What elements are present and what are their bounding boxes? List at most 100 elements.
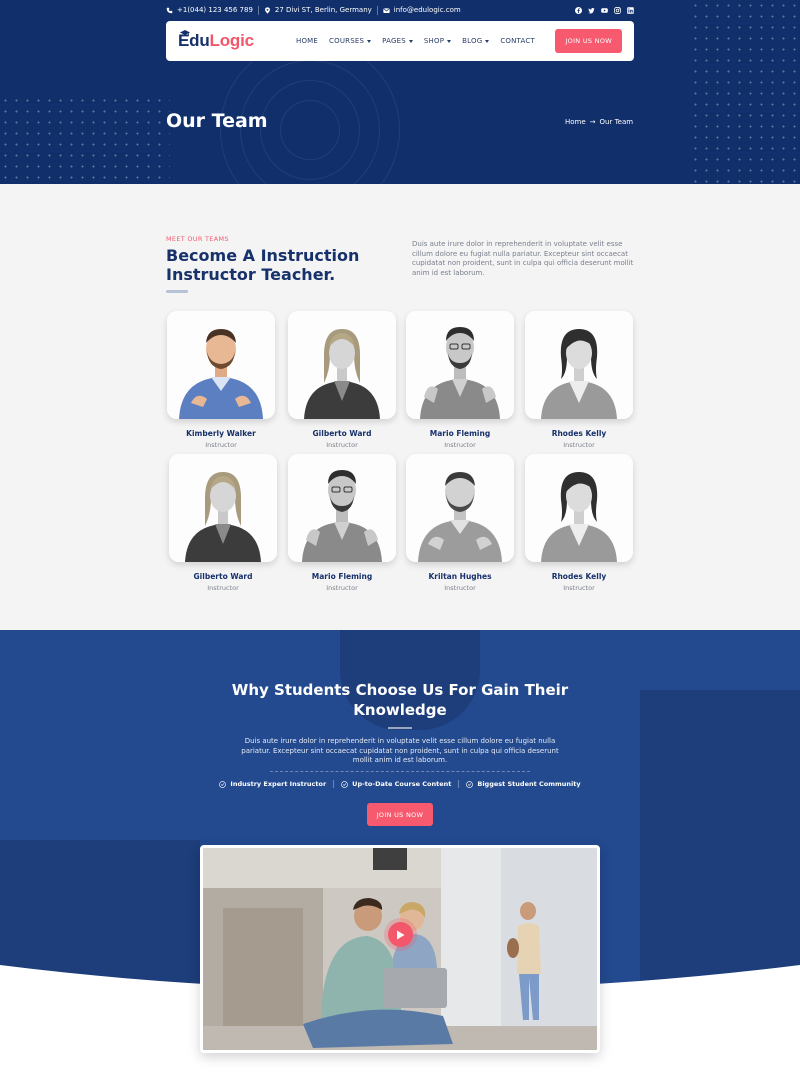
- instructor-photo: [169, 454, 277, 562]
- instructor-photo: [525, 311, 633, 419]
- why-title-line1: Why Students Choose Us For Gain Their: [231, 681, 569, 699]
- team-card[interactable]: Rhodes Kelly Instructor: [525, 454, 633, 592]
- feature-item: Industry Expert Instructor: [212, 780, 333, 788]
- nav-item-home[interactable]: HOME: [296, 37, 318, 45]
- heading-underline: [166, 290, 188, 293]
- feature-label: Biggest Student Community: [477, 780, 581, 788]
- nav-label: COURSES: [329, 37, 365, 45]
- phone-icon: [166, 7, 173, 13]
- caret-down-icon: [485, 39, 490, 43]
- join-us-button[interactable]: JOIN US NOW: [555, 29, 622, 53]
- instructor-name: Rhodes Kelly: [551, 572, 607, 581]
- team-card[interactable]: Kriltan Hughes Instructor: [406, 454, 514, 592]
- video-thumbnail[interactable]: [200, 845, 600, 1053]
- instructor-name: Kimberly Walker: [186, 429, 256, 438]
- why-title-line2: Knowledge: [353, 701, 447, 719]
- breadcrumb-home-link[interactable]: Home: [565, 118, 586, 126]
- page-title: Our Team: [166, 110, 268, 132]
- nav-item-shop[interactable]: SHOP: [423, 37, 452, 45]
- address-info: 27 Divi ST, Berlin, Germany: [264, 6, 372, 14]
- play-icon: [397, 930, 405, 939]
- nav-item-pages[interactable]: PAGES: [382, 37, 413, 45]
- breadcrumb: Home → Our Team: [565, 118, 633, 126]
- check-circle-icon: [466, 780, 474, 788]
- instructor-photo: [167, 311, 275, 419]
- location-pin-icon: [264, 6, 270, 14]
- check-circle-icon: [341, 780, 348, 788]
- team-section: MEET OUR TEAMS Become A Instruction Inst…: [0, 184, 800, 630]
- feature-list: Industry Expert Instructor Up-to-Date Co…: [0, 780, 800, 788]
- team-card[interactable]: Mario Fleming Instructor: [406, 311, 514, 449]
- instructor-role: Instructor: [444, 584, 476, 592]
- dot-pattern-right: [690, 0, 800, 184]
- nav-item-courses[interactable]: COURSES: [329, 37, 372, 45]
- email-info[interactable]: info@edulogic.com: [383, 6, 461, 14]
- feature-label: Up-to-Date Course Content: [352, 780, 452, 788]
- email-text: info@edulogic.com: [393, 6, 461, 14]
- twitter-icon[interactable]: [588, 7, 595, 14]
- feature-item: Up-to-Date Course Content: [333, 780, 458, 788]
- nav-label: HOME: [296, 37, 319, 45]
- page-header: +1(044) 123 456 789 27 Divi ST, Berlin, …: [0, 0, 800, 184]
- team-card[interactable]: Rhodes Kelly Instructor: [525, 311, 633, 449]
- instagram-icon[interactable]: [614, 6, 621, 14]
- instructor-role: Instructor: [326, 584, 358, 592]
- caret-down-icon: [367, 39, 372, 43]
- team-description: Duis aute irure dolor in reprehenderit i…: [412, 240, 634, 277]
- site-logo[interactable]: Edu Logic: [178, 30, 284, 51]
- nav-label: PAGES: [382, 37, 406, 45]
- instructor-name: Mario Fleming: [429, 429, 491, 438]
- main-navbar: Edu Logic HOME COURSES PAGES SHOP BLOG CO…: [166, 21, 634, 61]
- nav-label: SHOP: [423, 37, 445, 45]
- phone-text: +1(044) 123 456 789: [177, 6, 253, 14]
- dot-pattern-left: [0, 95, 170, 180]
- phone-info[interactable]: +1(044) 123 456 789: [166, 6, 253, 14]
- linkedin-icon[interactable]: [627, 6, 634, 14]
- instructor-photo: [288, 311, 396, 419]
- instructor-name: Gilberto Ward: [193, 572, 253, 581]
- dashed-divider: [270, 771, 530, 772]
- play-button[interactable]: [388, 922, 413, 947]
- title-underline: [388, 727, 412, 729]
- instructor-role: Instructor: [563, 584, 595, 592]
- feature-label: Industry Expert Instructor: [230, 780, 327, 788]
- caret-down-icon: [408, 39, 413, 43]
- instructor-role: Instructor: [563, 441, 595, 449]
- logo-text-logic: Logic: [209, 31, 255, 50]
- instructor-photo: [525, 454, 633, 562]
- youtube-icon[interactable]: [601, 7, 608, 14]
- social-links: [575, 6, 634, 14]
- instructor-role: Instructor: [326, 441, 358, 449]
- team-heading: Become A Instruction Instructor Teacher.: [166, 246, 360, 284]
- team-card[interactable]: Gilberto Ward Instructor: [169, 454, 277, 592]
- nav-item-blog[interactable]: BLOG: [462, 37, 490, 45]
- feature-item: Biggest Student Community: [458, 780, 587, 788]
- join-us-cta-button[interactable]: JOIN US NOW: [367, 803, 433, 826]
- nav-item-contact[interactable]: CONTACT: [500, 37, 535, 45]
- arrow-right-icon: →: [589, 118, 596, 126]
- nav-menu: HOME COURSES PAGES SHOP BLOG CONTACT: [296, 37, 535, 45]
- team-card[interactable]: Kimberly Walker Instructor: [167, 311, 275, 449]
- top-info-bar: +1(044) 123 456 789 27 Divi ST, Berlin, …: [166, 4, 634, 16]
- instructor-role: Instructor: [444, 441, 476, 449]
- breadcrumb-current: Our Team: [599, 118, 634, 126]
- instructor-photo: [406, 311, 514, 419]
- why-description: Duis aute irure dolor in reprehenderit i…: [241, 737, 559, 765]
- facebook-icon[interactable]: [575, 6, 582, 14]
- envelope-icon: [383, 7, 390, 13]
- instructor-name: Kriltan Hughes: [428, 572, 492, 581]
- caret-down-icon: [447, 39, 452, 43]
- team-card[interactable]: Mario Fleming Instructor: [288, 454, 396, 592]
- graduation-cap-icon: [180, 30, 190, 37]
- section-kicker: MEET OUR TEAMS: [166, 235, 229, 243]
- check-circle-icon: [219, 780, 227, 788]
- instructor-name: Gilberto Ward: [312, 429, 372, 438]
- instructor-role: Instructor: [205, 441, 237, 449]
- team-card[interactable]: Gilberto Ward Instructor: [288, 311, 396, 449]
- instructor-role: Instructor: [207, 584, 239, 592]
- instructor-photo: [406, 454, 514, 562]
- why-title: Why Students Choose Us For Gain Their Kn…: [0, 680, 800, 720]
- instructor-name: Rhodes Kelly: [551, 429, 607, 438]
- instructor-name: Mario Fleming: [311, 572, 373, 581]
- address-text: 27 Divi ST, Berlin, Germany: [274, 6, 372, 14]
